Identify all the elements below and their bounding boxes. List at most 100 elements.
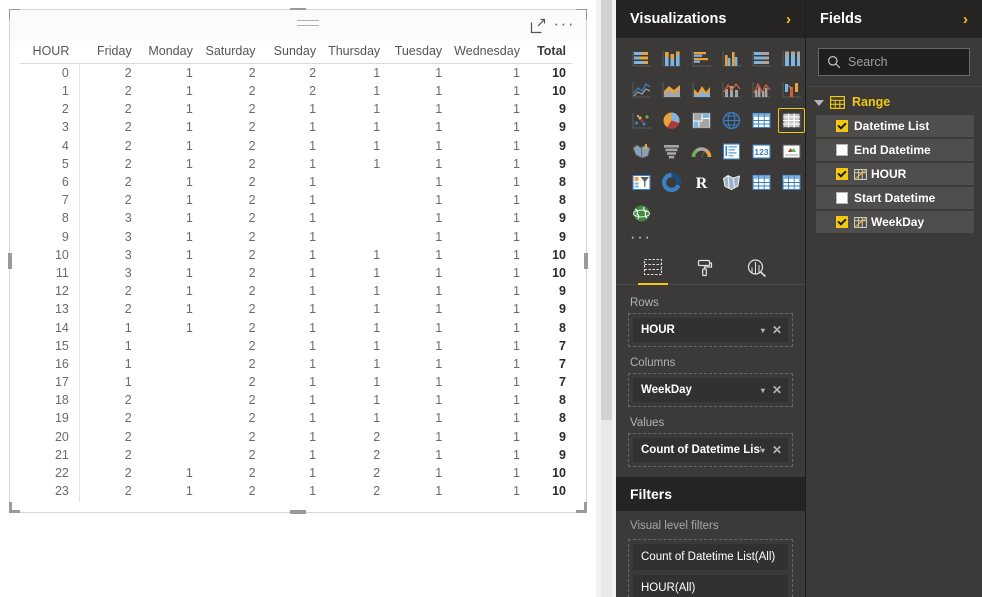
matrix-total-row[interactable]: Total48174826242424211 [20, 500, 572, 502]
matrix-cell[interactable]: 2 [79, 82, 137, 100]
chevron-down-icon[interactable]: ▾ [761, 446, 765, 455]
matrix-cell[interactable]: 2 [322, 464, 386, 482]
table-alt-icon[interactable] [778, 170, 805, 195]
gauge-icon[interactable] [688, 139, 715, 164]
chevron-down-icon[interactable]: ▾ [761, 386, 765, 395]
matrix-cell[interactable]: 1 [138, 482, 199, 500]
matrix-row-total-cell[interactable]: 9 [526, 209, 572, 227]
matrix-cell[interactable]: 1 [386, 300, 448, 318]
expand-triangle-icon[interactable] [814, 100, 824, 106]
treemap-icon[interactable] [688, 108, 715, 133]
matrix-row-total-cell[interactable]: 10 [526, 264, 572, 282]
matrix-cell[interactable]: 1 [448, 155, 526, 173]
matrix-row[interactable]: 21 2 2 1 2 1 1 9 [20, 445, 572, 464]
resize-handle-bottom[interactable] [290, 510, 306, 514]
matrix-row-total-cell[interactable]: 9 [526, 155, 572, 173]
matrix-cell[interactable]: 1 [322, 246, 386, 264]
well-pill[interactable]: HOUR ▾ ✕ [633, 318, 788, 342]
matrix-row[interactable]: 1 2 1 2 2 1 1 1 10 [20, 82, 572, 101]
matrix-cell[interactable]: 1 [386, 82, 448, 100]
row-header-cell[interactable]: 15 [20, 336, 80, 355]
matrix-cell[interactable]: 3 [79, 228, 137, 246]
drag-handle-icon[interactable] [297, 20, 319, 30]
matrix-row-total-cell[interactable]: 9 [526, 282, 572, 300]
matrix-cell[interactable]: 1 [448, 464, 526, 482]
matrix-cell[interactable] [138, 355, 199, 373]
matrix-row[interactable]: 421211119 [20, 136, 572, 155]
matrix-cell[interactable] [138, 428, 199, 446]
matrix-cell[interactable]: 1 [138, 155, 199, 173]
matrix-cell[interactable]: 1 [138, 318, 199, 336]
matrix-cell[interactable]: 1 [138, 191, 199, 209]
report-canvas[interactable]: ··· HOUR Friday Monday Saturday Sunday Thurs… [0, 0, 596, 597]
matrix-grand-total-cell[interactable]: 211 [526, 500, 572, 502]
row-header-cell[interactable]: 10 [20, 245, 80, 264]
matrix-row-total-cell[interactable]: 10 [526, 464, 572, 482]
matrix-cell[interactable]: 1 [262, 355, 323, 373]
matrix-row[interactable]: 0 2 1 2 2 1 1 1 10 [20, 63, 572, 83]
field-table-range[interactable]: Range [806, 87, 982, 115]
field-checkbox[interactable] [836, 216, 848, 228]
matrix-cell[interactable]: 1 [138, 464, 199, 482]
matrix-row-total-cell[interactable]: 7 [526, 373, 572, 391]
matrix-cell[interactable]: 1 [262, 191, 323, 209]
matrix-cell[interactable]: 1 [262, 482, 323, 500]
matrix-cell[interactable]: 1 [448, 100, 526, 118]
matrix-cell[interactable]: 2 [199, 428, 262, 446]
matrix-cell[interactable]: 2 [199, 337, 262, 355]
fields-search-box[interactable] [818, 48, 982, 76]
r-script-visual-icon[interactable]: R [688, 170, 715, 195]
matrix-cell[interactable]: 1 [262, 155, 323, 173]
matrix-cell[interactable]: 1 [322, 318, 386, 336]
matrix-cell[interactable]: 1 [262, 318, 323, 336]
matrix-cell[interactable]: 1 [138, 228, 199, 246]
matrix-row-total-cell[interactable]: 8 [526, 391, 572, 409]
matrix-cell[interactable]: 2 [79, 118, 137, 136]
matrix-row[interactable]: 18 2 2 1 1 1 1 8 [20, 391, 572, 410]
matrix-row-total-cell[interactable]: 8 [526, 318, 572, 336]
row-header-cell[interactable]: 22 [20, 463, 80, 483]
matrix-cell[interactable]: 1 [448, 337, 526, 355]
row-header-cell[interactable]: 6 [20, 172, 80, 192]
row-header-cell[interactable]: 17 [20, 373, 80, 392]
matrix-cell[interactable]: 1 [448, 209, 526, 227]
matrix-cell[interactable]: 1 [262, 173, 323, 191]
filter-drop-zone[interactable]: Count of Datetime List(All)HOUR(All)Week… [628, 539, 793, 597]
matrix-column-total-cell[interactable]: 24 [322, 500, 386, 502]
matrix-cell[interactable]: 1 [448, 228, 526, 246]
matrix-row[interactable]: 19 2 2 1 1 1 1 8 [20, 409, 572, 428]
focus-mode-icon[interactable] [530, 18, 546, 34]
area-chart-icon[interactable] [658, 77, 685, 102]
matrix-cell[interactable]: 2 [199, 64, 262, 83]
matrix-cell[interactable]: 1 [262, 264, 323, 282]
matrix-cell[interactable]: 2 [262, 64, 323, 83]
matrix-cell[interactable]: 1 [138, 246, 199, 264]
matrix-row-total-cell[interactable]: 10 [526, 246, 572, 264]
hundred-percent-stacked-column-chart-icon[interactable] [778, 46, 805, 71]
matrix-cell[interactable]: 1 [79, 355, 137, 373]
well-pill[interactable]: Count of Datetime List ▾ ✕ [633, 438, 788, 462]
more-options-icon[interactable]: ··· [554, 15, 575, 32]
matrix-cell[interactable]: 2 [322, 446, 386, 464]
matrix-column-total-cell[interactable]: 26 [262, 500, 323, 502]
clustered-bar-chart-icon[interactable] [688, 46, 715, 71]
matrix-cell[interactable]: 2 [199, 373, 262, 391]
matrix-row-total-cell[interactable]: 8 [526, 409, 572, 427]
matrix-cell[interactable]: 1 [262, 391, 323, 409]
row-header-cell[interactable]: 2 [20, 100, 80, 119]
matrix-cell[interactable]: 1 [262, 246, 323, 264]
row-header-cell[interactable]: 7 [20, 191, 80, 210]
matrix-cell[interactable]: 1 [448, 409, 526, 427]
matrix-row-total-cell[interactable]: 8 [526, 191, 572, 209]
matrix-cell[interactable]: 1 [448, 64, 526, 83]
matrix-row[interactable]: 11 3 1 2 1 1 1 1 10 [20, 263, 572, 283]
matrix-row-total-cell[interactable]: 10 [526, 482, 572, 500]
canvas-scrollbar-thumb[interactable] [601, 0, 612, 420]
shape-map-icon[interactable] [718, 170, 745, 195]
matrix-row-total-cell[interactable]: 9 [526, 428, 572, 446]
matrix-cell[interactable]: 1 [386, 264, 448, 282]
matrix-cell[interactable]: 1 [138, 264, 199, 282]
matrix-cell[interactable]: 1 [322, 118, 386, 136]
matrix-cell[interactable]: 1 [448, 428, 526, 446]
matrix-cell[interactable]: 1 [262, 446, 323, 464]
